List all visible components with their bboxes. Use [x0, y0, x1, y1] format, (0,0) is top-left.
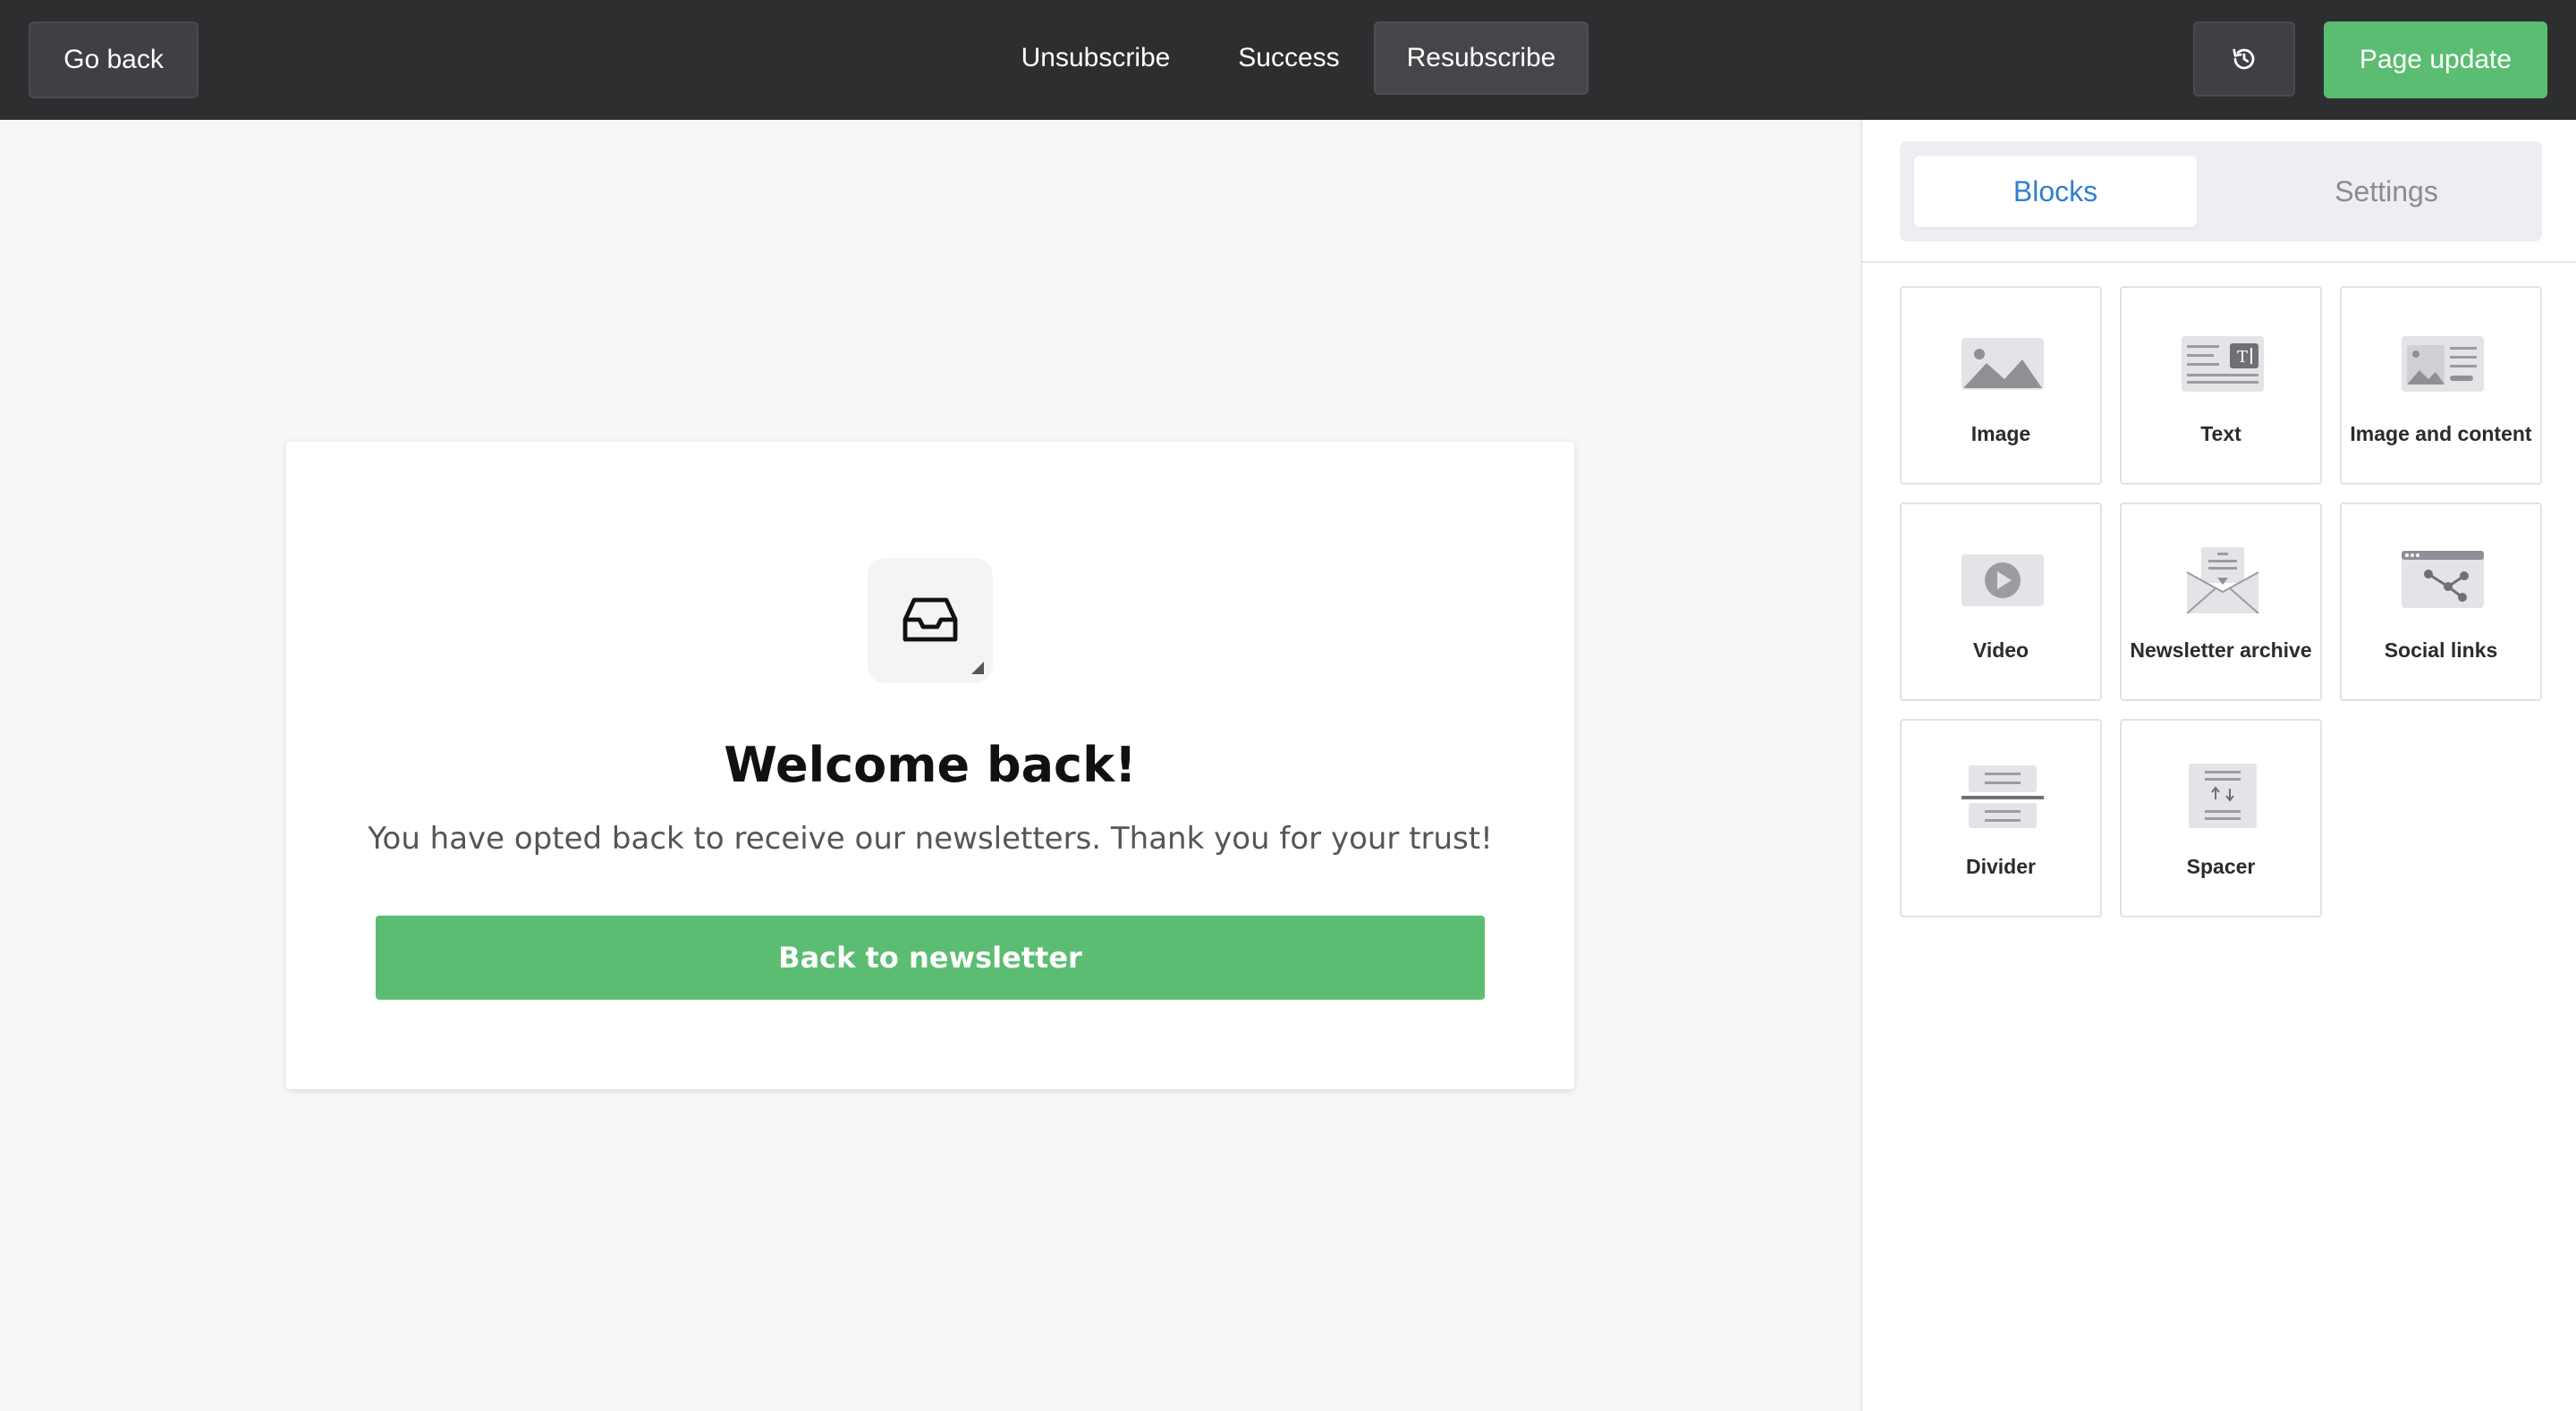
block-label: Divider [1966, 855, 2036, 878]
block-label: Spacer [2186, 855, 2256, 878]
card-icon-container[interactable] [868, 558, 993, 683]
page-canvas: Welcome back! You have opted back to rec… [0, 120, 1860, 1411]
block-label: Newsletter archive [2130, 638, 2312, 662]
back-to-newsletter-button[interactable]: Back to newsletter [376, 916, 1485, 1000]
block-image-and-content[interactable]: Image and content [2340, 286, 2542, 485]
image-content-block-icon [2402, 336, 2484, 392]
block-label: Text [2200, 422, 2241, 445]
tab-unsubscribe[interactable]: Unsubscribe [1002, 21, 1190, 95]
spacer-block-icon [2189, 764, 2257, 828]
svg-text:T: T [2237, 348, 2248, 367]
block-text[interactable]: T Text [2120, 286, 2322, 485]
tab-success[interactable]: Success [1222, 21, 1356, 95]
history-button[interactable] [2193, 21, 2295, 97]
text-block-icon: T [2182, 336, 2264, 392]
history-icon [2233, 48, 2255, 70]
page-update-button[interactable]: Page update [2324, 21, 2547, 98]
block-label: Image and content [2350, 422, 2532, 445]
go-back-button[interactable]: Go back [29, 21, 199, 98]
block-image[interactable]: Image [1900, 286, 2102, 485]
image-block-icon [1962, 338, 2044, 390]
social-links-icon [2402, 551, 2484, 608]
tab-blocks[interactable]: Blocks [1914, 156, 2197, 227]
card-subtitle: You have opted back to receive our newsl… [368, 821, 1493, 857]
tab-resubscribe[interactable]: Resubscribe [1374, 21, 1589, 95]
block-divider[interactable]: Divider [1900, 719, 2102, 917]
newsletter-archive-icon [2186, 547, 2259, 613]
block-label: Social links [2384, 638, 2498, 662]
tab-settings[interactable]: Settings [2245, 156, 2528, 227]
block-label: Video [1972, 638, 2029, 662]
divider-block-icon [1962, 765, 2044, 828]
inbox-icon [902, 597, 958, 642]
block-label: Image [1970, 422, 2031, 445]
sidebar-tab-switcher: Blocks Settings [1900, 141, 2542, 241]
top-toolbar: Go back Unsubscribe Success Resubscribe … [0, 0, 2576, 120]
resubscribe-card: Welcome back! You have opted back to rec… [286, 442, 1574, 1089]
block-video[interactable]: Video [1900, 503, 2102, 701]
video-block-icon [1962, 554, 2044, 606]
sidebar-divider [1862, 261, 2576, 263]
resize-handle-icon[interactable] [971, 662, 984, 674]
blocks-sidebar: Blocks Settings Image T Text Image and c… [1860, 120, 2576, 1411]
block-spacer[interactable]: Spacer [2120, 719, 2322, 917]
card-title: Welcome back! [724, 737, 1137, 793]
block-newsletter-archive[interactable]: Newsletter archive [2120, 503, 2322, 701]
block-social-links[interactable]: Social links [2340, 503, 2542, 701]
